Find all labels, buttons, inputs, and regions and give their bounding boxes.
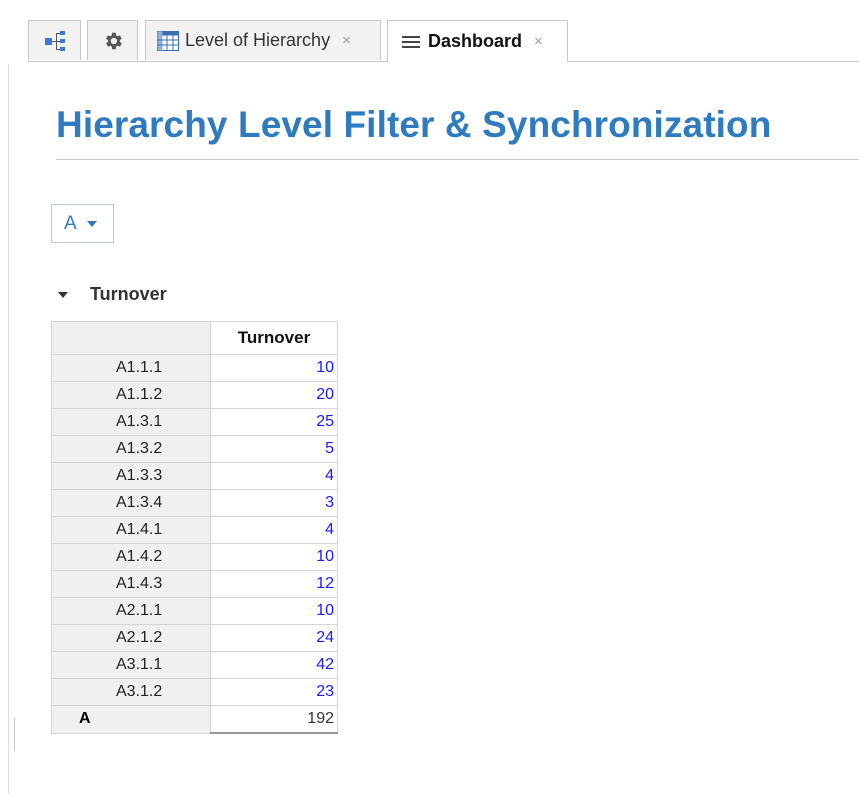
turnover-value[interactable]: 3 <box>210 489 338 517</box>
chevron-down-icon <box>86 220 97 227</box>
table-icon <box>157 30 179 51</box>
row-label: A1.3.2 <box>51 435 211 463</box>
turnover-value[interactable]: 24 <box>210 624 338 652</box>
row-label: A1.1.2 <box>51 381 211 409</box>
turnover-value[interactable]: 4 <box>210 462 338 490</box>
table-corner-cell <box>51 321 211 355</box>
table-row: A3.1.1 42 <box>51 651 338 679</box>
table-row: A1.4.2 10 <box>51 543 338 571</box>
section-header-turnover[interactable]: Turnover <box>58 284 167 305</box>
turnover-value[interactable]: 10 <box>210 597 338 625</box>
collapse-icon[interactable] <box>58 291 68 298</box>
turnover-value[interactable]: 12 <box>210 570 338 598</box>
turnover-value[interactable]: 25 <box>210 408 338 436</box>
row-label: A1.4.1 <box>51 516 211 544</box>
table-row: A1.1.1 10 <box>51 354 338 382</box>
row-label: A1.4.2 <box>51 543 211 571</box>
table-row: A1.3.3 4 <box>51 462 338 490</box>
left-divider <box>8 64 9 794</box>
table-row: A3.1.2 23 <box>51 678 338 706</box>
turnover-table: Turnover A1.1.1 10 A1.1.2 20 A1.3.1 25 A1.3… <box>51 321 338 734</box>
row-label: A1.4.3 <box>51 570 211 598</box>
tab-label: Level of Hierarchy <box>185 30 331 50</box>
turnover-value[interactable]: 10 <box>210 543 338 571</box>
page-title: Hierarchy Level Filter & Synchronization <box>56 104 772 145</box>
turnover-value[interactable]: 23 <box>210 678 338 706</box>
turnover-value[interactable]: 4 <box>210 516 338 544</box>
turnover-value[interactable]: 20 <box>210 381 338 409</box>
gear-icon <box>105 32 122 49</box>
tab-tree[interactable] <box>28 20 81 60</box>
table-row: A1.4.1 4 <box>51 516 338 544</box>
row-label: A2.1.2 <box>51 624 211 652</box>
row-label: A1.1.1 <box>51 354 211 382</box>
table-row: A2.1.2 24 <box>51 624 338 652</box>
table-row: A1.3.4 3 <box>51 489 338 517</box>
row-label: A1.3.1 <box>51 408 211 436</box>
menu-icon <box>402 35 420 48</box>
row-label: A1.3.4 <box>51 489 211 517</box>
tree-icon <box>43 30 67 51</box>
close-icon[interactable]: × <box>342 32 351 49</box>
table-row: A2.1.1 10 <box>51 597 338 625</box>
tab-label: Dashboard <box>428 31 523 51</box>
table-row: A1.3.2 5 <box>51 435 338 463</box>
total-value: 192 <box>210 705 338 734</box>
dropdown-selected-value: A <box>64 212 77 234</box>
total-label: A <box>51 705 211 734</box>
hierarchy-level-dropdown[interactable]: A <box>51 204 114 243</box>
left-divider-marker <box>14 717 15 750</box>
close-icon[interactable]: × <box>534 33 543 50</box>
row-label: A2.1.1 <box>51 597 211 625</box>
row-label: A3.1.1 <box>51 651 211 679</box>
section-title: Turnover <box>90 284 167 304</box>
row-label: A3.1.2 <box>51 678 211 706</box>
table-row: A1.4.3 12 <box>51 570 338 598</box>
title-divider <box>56 159 859 160</box>
table-header-row: Turnover <box>51 321 338 355</box>
tab-settings[interactable] <box>87 20 138 60</box>
tab-level-of-hierarchy[interactable]: Level of Hierarchy × <box>145 20 381 60</box>
table-row: A1.1.2 20 <box>51 381 338 409</box>
turnover-value[interactable]: 5 <box>210 435 338 463</box>
tab-dashboard[interactable]: Dashboard × <box>387 20 568 62</box>
table-row: A1.3.1 25 <box>51 408 338 436</box>
turnover-value[interactable]: 42 <box>210 651 338 679</box>
row-label: A1.3.3 <box>51 462 211 490</box>
table-total-row: A 192 <box>51 705 338 734</box>
turnover-value[interactable]: 10 <box>210 354 338 382</box>
column-header-turnover[interactable]: Turnover <box>210 321 338 355</box>
tab-bar: Level of Hierarchy × Dashboard × <box>28 20 859 62</box>
